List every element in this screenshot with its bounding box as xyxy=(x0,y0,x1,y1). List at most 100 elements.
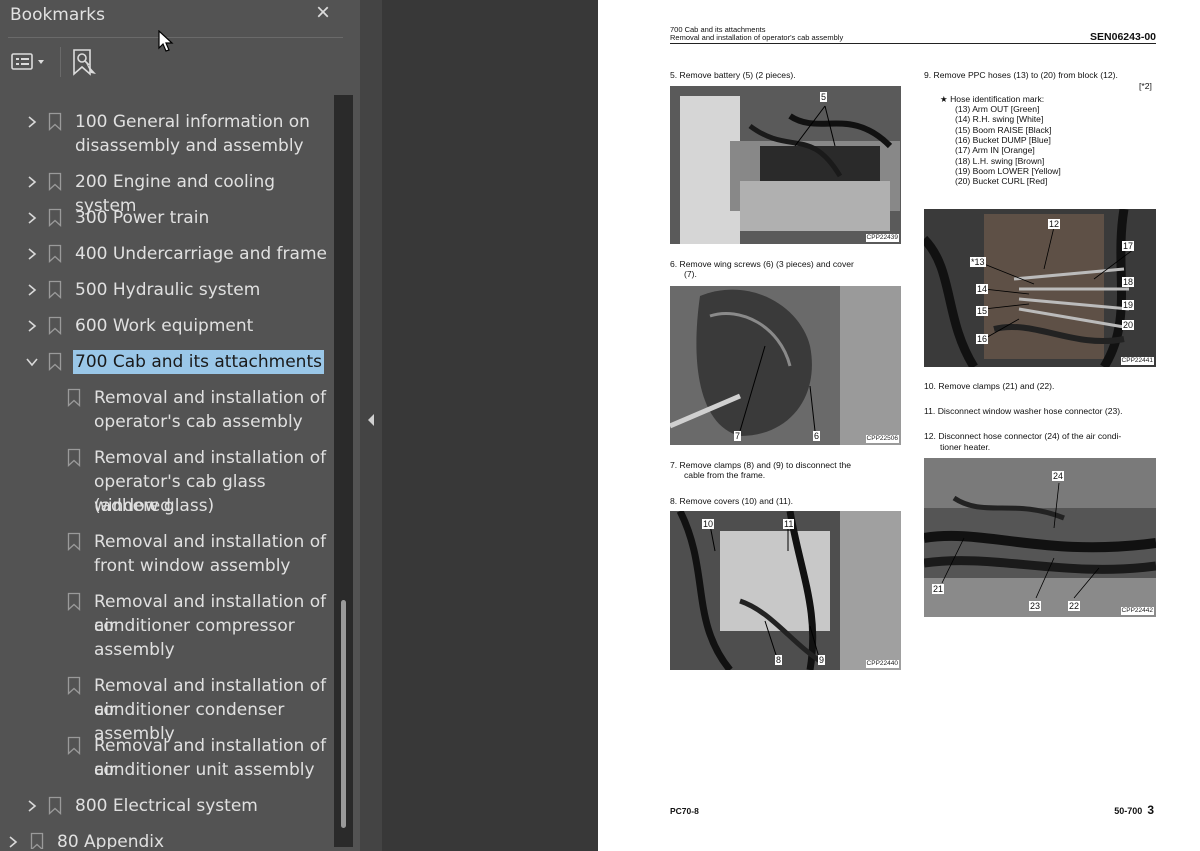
hose-item: (16) Bucket DUMP [Blue] xyxy=(955,134,1051,145)
bookmark-item[interactable]: Removal and installation of air condition… xyxy=(0,734,338,782)
photo-covers: 10 11 8 9 CPP22440 xyxy=(670,511,901,670)
bookmark-icon xyxy=(48,244,62,263)
bookmark-tree: 100 General information on disassembly an… xyxy=(0,95,338,849)
chevron-right-icon[interactable] xyxy=(6,835,20,849)
bookmark-item[interactable]: 500 Hydraulic system xyxy=(0,278,338,302)
step-6-line1: 6. Remove wing screws (6) (3 pieces) and… xyxy=(670,259,854,269)
callout: 19 xyxy=(1122,300,1135,310)
bookmark-label: 500 Hydraulic system xyxy=(75,280,261,300)
bookmark-label: window glass) xyxy=(94,496,215,516)
scrollbar-thumb[interactable] xyxy=(341,600,346,828)
bookmark-label: conditioner compressor xyxy=(94,616,295,636)
bookmark-label: assembly xyxy=(94,640,175,660)
chevron-right-icon[interactable] xyxy=(25,175,39,189)
step-8: 8. Remove covers (10) and (11). xyxy=(670,496,794,506)
bookmark-item[interactable]: 300 Power train xyxy=(0,206,338,230)
bookmark-item[interactable]: 800 Electrical system xyxy=(0,794,338,818)
callout: 10 xyxy=(702,519,715,529)
collapse-panel-button[interactable] xyxy=(365,412,377,428)
bookmark-icon xyxy=(67,388,81,407)
step-12-line1: 12. Disconnect hose connector (24) of th… xyxy=(924,431,1122,441)
bookmark-label: 600 Work equipment xyxy=(75,316,254,336)
bookmark-item[interactable]: Removal and installation of operator's ca… xyxy=(0,386,338,434)
bookmark-label: 700 Cab and its attachments xyxy=(73,350,324,374)
step-12-line2: tioner heater. xyxy=(940,442,991,452)
bookmark-label: Removal and installation of xyxy=(94,448,327,468)
bookmark-options-button[interactable] xyxy=(10,50,50,74)
footer-model: PC70-8 xyxy=(670,806,699,816)
chevron-right-icon[interactable] xyxy=(25,799,39,813)
panel-divider xyxy=(8,37,343,38)
chevron-down-icon[interactable] xyxy=(25,355,39,369)
hose-item: (14) R.H. swing [White] xyxy=(955,114,1044,125)
bookmark-icon xyxy=(30,832,44,849)
toolbar-separator xyxy=(60,47,61,77)
step-6-line2: (7). xyxy=(684,269,697,279)
bookmark-label: Removal and installation of xyxy=(94,532,327,552)
bookmark-item[interactable]: 200 Engine and cooling system xyxy=(0,170,338,216)
bookmark-label: 400 Undercarriage and frame xyxy=(75,244,327,264)
bookmark-label: operator's cab assembly xyxy=(94,412,303,432)
header-rule xyxy=(670,43,1156,44)
bookmark-item[interactable]: Removal and installation of air condition… xyxy=(0,674,338,744)
bookmark-icon xyxy=(48,112,62,131)
bookmark-label: 80 Appendix xyxy=(57,832,165,849)
callout: 8 xyxy=(775,655,783,665)
callout: 17 xyxy=(1122,241,1135,251)
chevron-left-icon xyxy=(368,414,374,426)
chevron-right-icon[interactable] xyxy=(25,319,39,333)
close-panel-button[interactable]: × xyxy=(316,0,330,26)
bookmark-icon xyxy=(67,532,81,551)
hose-item: (13) Arm OUT [Green] xyxy=(955,104,1040,114)
step-9: 9. Remove PPC hoses (13) to (20) from bl… xyxy=(924,70,1118,80)
callout: 9 xyxy=(818,655,826,665)
callout: 22 xyxy=(1068,601,1081,611)
bookmark-label: conditioner unit assembly xyxy=(94,760,315,780)
step-9-reference: [*2] xyxy=(1139,81,1152,91)
bookmark-label: Removal and installation of xyxy=(94,388,327,408)
document-page: 700 Cab and its attachments Removal and … xyxy=(598,0,1200,851)
chevron-right-icon[interactable] xyxy=(25,247,39,261)
chevron-right-icon[interactable] xyxy=(25,283,39,297)
bookmark-item[interactable]: Removal and installation of air condition… xyxy=(0,590,338,662)
bookmark-label: front window assembly xyxy=(94,556,291,576)
bookmark-label: 800 Electrical system xyxy=(75,796,258,816)
chevron-right-icon[interactable] xyxy=(25,115,39,129)
bookmark-icon xyxy=(48,208,62,227)
page-header-subsection: Removal and installation of operator's c… xyxy=(670,33,844,42)
callout: 11 xyxy=(783,519,795,529)
bookmarks-panel: Bookmarks × 100 General information on di… xyxy=(0,0,360,851)
callout: 16 xyxy=(976,334,989,344)
callout: 15 xyxy=(976,306,989,316)
callout: 20 xyxy=(1122,320,1135,330)
bookmark-item[interactable]: Removal and installation of front window … xyxy=(0,530,338,578)
bookmark-item[interactable]: 80 Appendix xyxy=(0,830,338,849)
bookmark-item[interactable]: 100 General information on disassembly an… xyxy=(0,110,338,158)
step-7-line1: 7. Remove clamps (8) and (9) to disconne… xyxy=(670,460,852,470)
hose-item: (18) L.H. swing [Brown] xyxy=(955,155,1045,166)
hose-mark-title: ★ Hose identification mark: xyxy=(940,94,1045,104)
options-list-icon xyxy=(11,53,44,70)
step-7-line2: cable from the frame. xyxy=(684,470,766,480)
bookmark-icon xyxy=(67,736,81,755)
callout: 18 xyxy=(1122,277,1135,287)
footer-page-number: 3 xyxy=(1147,803,1154,817)
bookmark-item[interactable]: 600 Work equipment xyxy=(0,314,338,338)
bookmark-item[interactable]: 700 Cab and its attachments xyxy=(0,350,338,374)
photo-code: CPP22441 xyxy=(1120,357,1154,365)
bookmark-icon xyxy=(48,280,62,299)
bookmark-icon xyxy=(48,172,62,191)
callout: 24 xyxy=(1052,471,1065,481)
bookmark-icon xyxy=(48,352,62,371)
bookmark-item[interactable]: Removal and installation of operator's ca… xyxy=(0,446,338,518)
footer-page: 50-700 3 xyxy=(1114,803,1154,817)
photo-code: CPP22440 xyxy=(865,660,899,668)
chevron-right-icon[interactable] xyxy=(25,211,39,225)
photo-heater-connector: 24 21 23 22 CPP22442 xyxy=(924,458,1156,617)
find-current-bookmark-button[interactable] xyxy=(71,47,99,77)
callout: 21 xyxy=(932,584,945,594)
step-10: 10. Remove clamps (21) and (22). xyxy=(924,381,1055,391)
hose-item: (15) Boom RAISE [Black] xyxy=(955,124,1052,135)
bookmark-item[interactable]: 400 Undercarriage and frame xyxy=(0,242,338,266)
photo-ppc-hoses: 12 17 *13 18 14 19 15 20 16 CPP22441 xyxy=(924,209,1156,367)
